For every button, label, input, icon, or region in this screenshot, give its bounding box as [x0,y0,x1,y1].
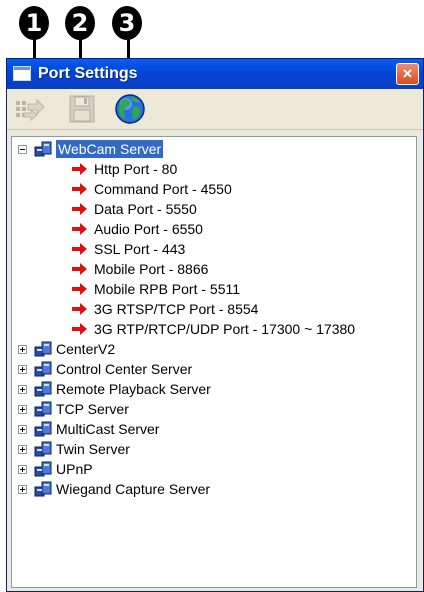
port-settings-window: Port Settings × WebCam Server Http Port … [6,58,424,592]
close-button[interactable]: × [396,63,419,85]
server-icon [34,461,52,477]
floppy-save-icon [69,95,95,123]
port-item[interactable]: SSL Port - 443 [72,239,185,259]
expand-toggle-icon[interactable] [18,364,27,374]
server-icon [34,141,52,157]
expand-toggle-icon[interactable] [18,484,27,494]
server-label: Twin Server [56,441,130,457]
globe-icon [115,94,145,124]
callout-3-badge: 3 [112,6,142,40]
port-item[interactable]: Http Port - 80 [72,159,177,179]
server-label: TCP Server [56,401,129,417]
red-arrow-icon [72,243,87,255]
port-item[interactable]: Data Port - 5550 [72,199,197,219]
network-tool-button[interactable] [113,93,147,125]
save-tool-button[interactable] [65,93,99,125]
port-label: Mobile Port - 8866 [94,261,209,277]
expand-toggle-icon[interactable] [18,464,27,474]
callout-2-badge: 2 [65,6,95,40]
port-label: Audio Port - 6550 [94,221,203,237]
port-label: Command Port - 4550 [94,181,232,197]
server-icon [34,401,52,417]
connect-arrows-icon [16,98,45,122]
tree-node-server[interactable]: Wiegand Capture Server [18,479,210,499]
port-label: Http Port - 80 [94,161,178,177]
port-label: 3G RTP/RTCP/UDP Port - 17300 ~ 17380 [94,321,356,337]
server-label: CenterV2 [56,341,116,357]
expand-toggle-icon[interactable] [18,444,27,454]
tree-node-webcam-server[interactable]: WebCam Server [18,139,164,159]
expand-toggle-icon[interactable] [18,384,27,394]
server-icon [34,361,52,377]
server-icon [34,421,52,437]
server-icon [34,381,52,397]
connect-tool-button[interactable] [13,93,47,125]
collapse-toggle-icon[interactable] [18,144,27,154]
expand-toggle-icon[interactable] [18,424,27,434]
red-arrow-icon [72,163,87,175]
tree-node-server[interactable]: Control Center Server [18,359,192,379]
port-item[interactable]: 3G RTP/RTCP/UDP Port - 17300 ~ 17380 [72,319,355,339]
tree-node-label: WebCam Server [56,140,164,158]
red-arrow-icon [72,283,87,295]
port-item[interactable]: Mobile Port - 8866 [72,259,208,279]
window-title: Port Settings [38,65,138,82]
tree-node-server[interactable]: Twin Server [18,439,130,459]
server-icon [34,481,52,497]
expand-toggle-icon[interactable] [18,404,27,414]
red-arrow-icon [72,303,87,315]
red-arrow-icon [72,203,87,215]
tree-node-server[interactable]: UPnP [18,459,93,479]
callout-1-badge: 1 [19,6,49,40]
red-arrow-icon [72,223,87,235]
server-icon [34,341,52,357]
server-label: MultiCast Server [56,421,160,437]
server-label: UPnP [56,461,93,477]
port-label: Data Port - 5550 [94,201,197,217]
red-arrow-icon [72,183,87,195]
port-item[interactable]: 3G RTSP/TCP Port - 8554 [72,299,258,319]
red-arrow-icon [72,263,87,275]
port-item[interactable]: Command Port - 4550 [72,179,232,199]
tree-node-server[interactable]: MultiCast Server [18,419,159,439]
port-item[interactable]: Mobile RPB Port - 5511 [72,279,240,299]
port-label: SSL Port - 443 [94,241,186,257]
port-label: 3G RTSP/TCP Port - 8554 [94,301,259,317]
server-label: Control Center Server [56,361,193,377]
window-app-icon [13,66,31,81]
server-label: Wiegand Capture Server [56,481,211,497]
tree-node-server[interactable]: CenterV2 [18,339,115,359]
expand-toggle-icon[interactable] [18,344,27,354]
toolbar [7,89,423,130]
tree-node-server[interactable]: TCP Server [18,399,129,419]
server-icon [34,441,52,457]
port-tree-view[interactable]: WebCam Server Http Port - 80 Command Por… [11,136,417,588]
title-bar[interactable]: Port Settings × [7,59,423,89]
red-arrow-icon [72,323,87,335]
port-label: Mobile RPB Port - 5511 [94,281,241,297]
tree-node-server[interactable]: Remote Playback Server [18,379,211,399]
port-item[interactable]: Audio Port - 6550 [72,219,203,239]
server-label: Remote Playback Server [56,381,211,397]
